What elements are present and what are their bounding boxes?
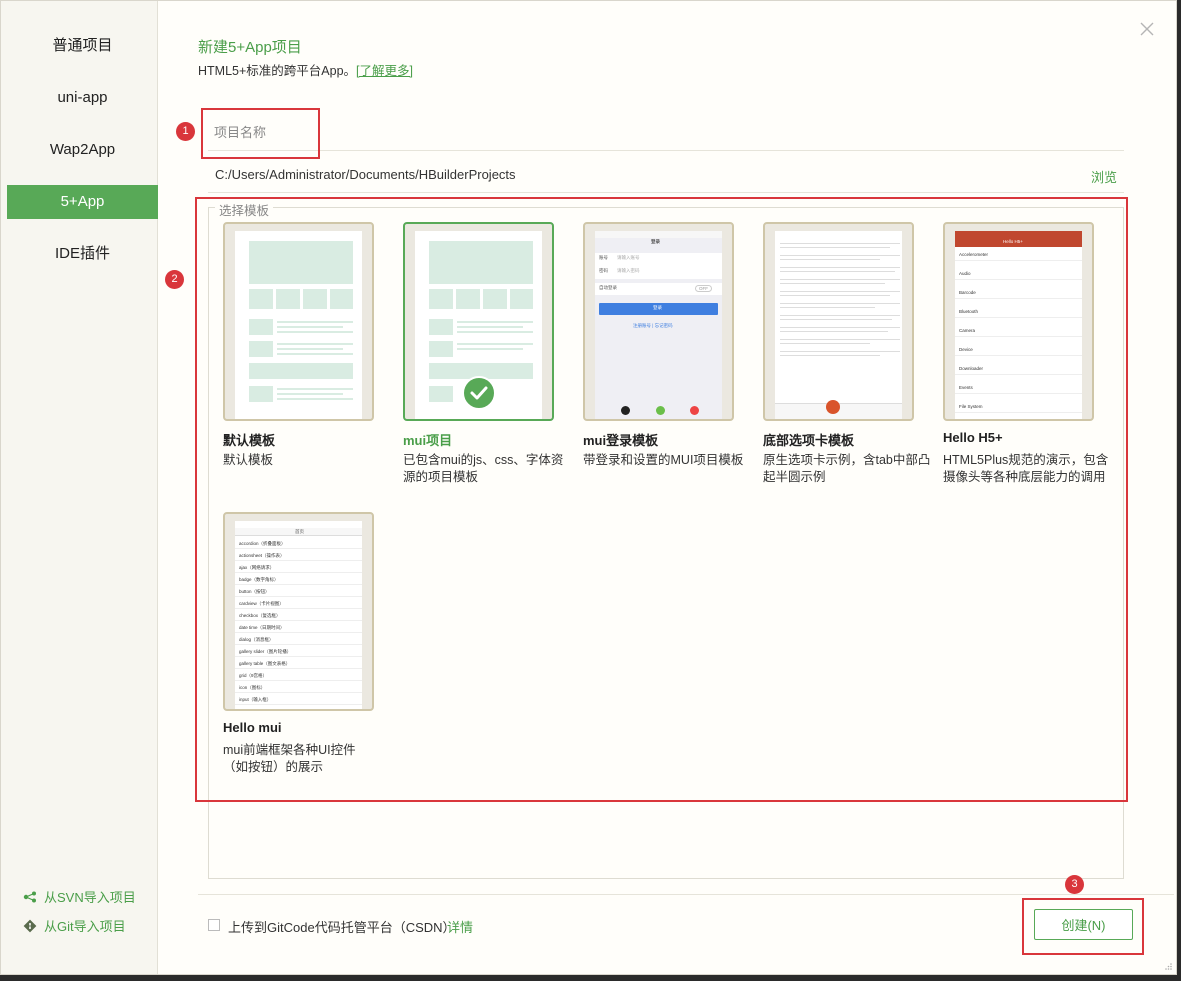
browse-button[interactable]: 浏览 [1091, 167, 1117, 186]
import-git-link[interactable]: 从Git导入项目 [23, 916, 126, 935]
upload-gitcode-label: 上传到GitCode代码托管平台（CSDN） [228, 920, 456, 935]
detail-link[interactable]: 详情 [447, 917, 473, 936]
sidebar: 普通项目 uni-app Wap2App 5+App IDE插件 从SVN导入项… [1, 1, 158, 974]
learn-more-link[interactable]: [了解更多] [356, 64, 413, 78]
annotation-box-1 [201, 108, 320, 159]
annotation-badge-3: 3 [1065, 875, 1084, 894]
svn-icon [23, 891, 36, 902]
git-icon [23, 919, 37, 932]
sidebar-item-normal-project[interactable]: 普通项目 [7, 29, 158, 63]
sidebar-item-uni-app[interactable]: uni-app [7, 81, 158, 115]
annotation-box-3 [1022, 898, 1144, 955]
project-path: C:/Users/Administrator/Documents/HBuilde… [215, 167, 516, 182]
subtitle-text: HTML5+标准的跨平台App。 [198, 64, 357, 78]
annotation-badge-2: 2 [165, 270, 184, 289]
dialog-title: 新建5+App项目 [198, 39, 302, 56]
close-icon[interactable] [1139, 21, 1155, 37]
import-svn-label: 从SVN导入项目 [44, 890, 136, 905]
import-svn-link[interactable]: 从SVN导入项目 [23, 887, 136, 906]
new-project-dialog: 普通项目 uni-app Wap2App 5+App IDE插件 从SVN导入项… [0, 0, 1177, 975]
sidebar-item-ide-plugin[interactable]: IDE插件 [7, 237, 158, 271]
footer-divider [198, 894, 1174, 895]
upload-gitcode-checkbox[interactable] [208, 919, 220, 931]
resize-grip-icon[interactable] [1164, 962, 1173, 971]
sidebar-item-5plus-app[interactable]: 5+App [7, 185, 158, 219]
sidebar-item-wap2app[interactable]: Wap2App [7, 133, 158, 167]
import-git-label: 从Git导入项目 [44, 919, 126, 934]
divider [208, 192, 1124, 193]
dialog-subtitle: HTML5+标准的跨平台App。[了解更多] [198, 60, 413, 79]
project-name-input[interactable] [214, 119, 1114, 145]
divider [208, 150, 1124, 151]
annotation-box-2 [195, 197, 1128, 802]
annotation-badge-1: 1 [176, 122, 195, 141]
